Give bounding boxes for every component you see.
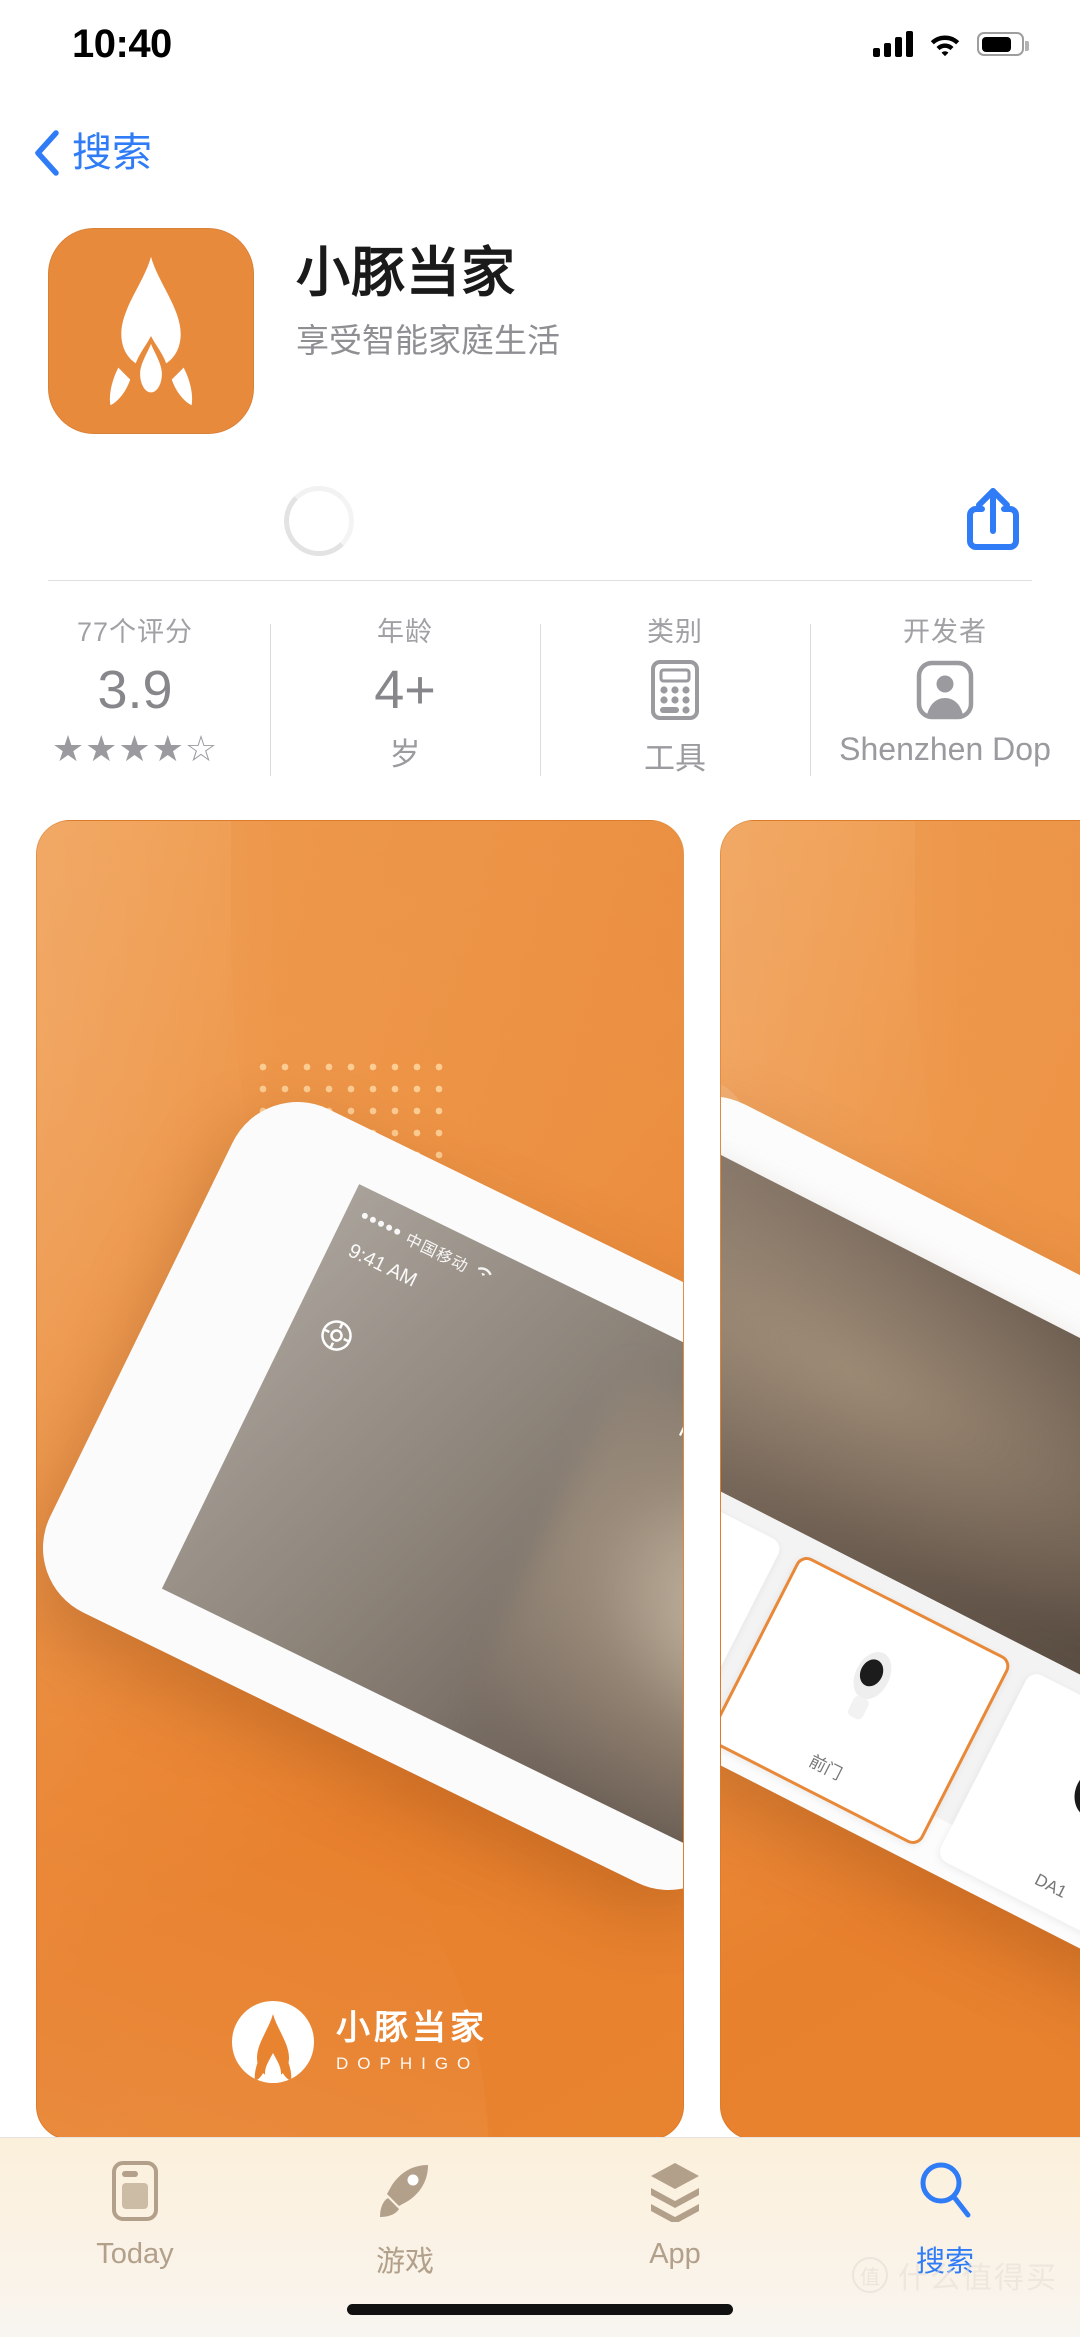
calculator-icon bbox=[650, 659, 700, 721]
today-card-icon bbox=[111, 2160, 159, 2222]
battery-icon bbox=[977, 32, 1029, 56]
app-store-product-page: 10:40 搜索 小豚当家 享受智能家庭生活 77个评分 3.9 ★★★★☆ 年… bbox=[0, 0, 1080, 2337]
screenshot-2-headline: 设 bbox=[721, 893, 1080, 963]
status-bar-time: 10:40 bbox=[72, 21, 172, 66]
back-button-label: 搜索 bbox=[72, 131, 152, 175]
watermark-text: 什么值得买 bbox=[898, 2262, 1058, 2295]
tab-app[interactable]: App bbox=[540, 2160, 810, 2271]
tab-games[interactable]: 游戏 bbox=[270, 2160, 540, 2280]
brand-name-cn: 小豚当家 bbox=[336, 2008, 488, 2047]
app-title: 小豚当家 bbox=[296, 243, 516, 303]
stat-developer-label: 开发者 bbox=[903, 617, 987, 647]
stat-category[interactable]: 类别 工具 bbox=[540, 600, 810, 800]
stacked-layers-icon bbox=[646, 2160, 704, 2222]
cellular-bars-icon bbox=[873, 31, 913, 57]
screenshot-2-headline-group: 设 消息秒 bbox=[721, 893, 1080, 1036]
tab-bar: Today 游戏 App 搜索 值 什么值得买 bbox=[0, 2137, 1080, 2337]
stat-rating-label: 77个评分 bbox=[76, 617, 194, 647]
screenshot-gallery[interactable]: 中国移动 100% 9:41 AM 前门 bbox=[0, 820, 1080, 2160]
tab-today[interactable]: Today bbox=[0, 2160, 270, 2271]
brand-lockup: 小豚当家 DOPHIGO bbox=[232, 2001, 488, 2083]
app-meta: 小豚当家 享受智能家庭生活 bbox=[296, 228, 560, 363]
stat-age-value: 4+ bbox=[374, 660, 436, 720]
signal-dots-icon bbox=[360, 1211, 402, 1236]
brand-name-en: DOPHIGO bbox=[336, 2053, 480, 2073]
magnifier-icon bbox=[917, 2160, 973, 2222]
stat-category-value: 工具 bbox=[644, 741, 706, 776]
stats-top-divider bbox=[48, 580, 1032, 581]
mock-wifi-icon bbox=[471, 1261, 496, 1286]
home-indicator bbox=[347, 2304, 733, 2315]
loading-spinner bbox=[284, 486, 354, 556]
stat-age-label: 年龄 bbox=[377, 617, 433, 647]
rating-stars-icon: ★★★★☆ bbox=[51, 728, 219, 769]
wifi-icon bbox=[929, 31, 961, 57]
tab-games-label: 游戏 bbox=[375, 2246, 434, 2278]
screenshot-2-subline: 消息秒 bbox=[721, 987, 1080, 1036]
tab-today-label: Today bbox=[96, 2238, 174, 2270]
stat-rating-value: 3.9 bbox=[97, 660, 173, 720]
status-bar-indicators bbox=[873, 31, 1029, 57]
status-bar: 10:40 bbox=[0, 0, 1080, 88]
stat-age-unit: 岁 bbox=[389, 737, 421, 772]
app-stats-row: 77个评分 3.9 ★★★★☆ 年龄 4+ 岁 类别 工具 开发者 Shenzh… bbox=[0, 600, 1080, 800]
person-card-icon bbox=[916, 659, 974, 721]
tab-app-label: App bbox=[649, 2238, 701, 2270]
screenshot-2[interactable]: 设 消息秒 bbox=[720, 820, 1080, 2140]
app-icon[interactable] bbox=[48, 228, 254, 434]
navigation-bar: 搜索 bbox=[0, 130, 1080, 200]
rocket-icon bbox=[375, 2160, 435, 2222]
stat-developer[interactable]: 开发者 Shenzhen Dop bbox=[810, 600, 1080, 800]
watermark: 值 什么值得买 bbox=[852, 2253, 1058, 2297]
chevron-left-icon bbox=[32, 130, 62, 176]
camera-device-icon bbox=[1048, 1745, 1080, 1849]
watermark-logo-icon: 值 bbox=[852, 2257, 888, 2293]
dophigo-logo-icon bbox=[232, 2001, 314, 2083]
app-subtitle: 享受智能家庭生活 bbox=[296, 321, 560, 359]
share-icon bbox=[962, 483, 1024, 560]
stat-developer-value: Shenzhen Dop bbox=[839, 731, 1051, 767]
camera-device-icon bbox=[820, 1632, 915, 1736]
share-button[interactable] bbox=[954, 477, 1032, 565]
stat-rating[interactable]: 77个评分 3.9 ★★★★☆ bbox=[0, 600, 270, 800]
app-action-row bbox=[0, 466, 1080, 576]
stat-category-label: 类别 bbox=[647, 617, 703, 647]
stat-age[interactable]: 年龄 4+ 岁 bbox=[270, 600, 540, 800]
screenshot-1[interactable]: 中国移动 100% 9:41 AM 前门 bbox=[36, 820, 684, 2140]
app-header: 小豚当家 享受智能家庭生活 bbox=[0, 228, 1080, 434]
brand-text: 小豚当家 DOPHIGO bbox=[336, 2011, 488, 2074]
back-button[interactable]: 搜索 bbox=[32, 130, 152, 176]
mock-settings-icon bbox=[310, 1309, 363, 1362]
